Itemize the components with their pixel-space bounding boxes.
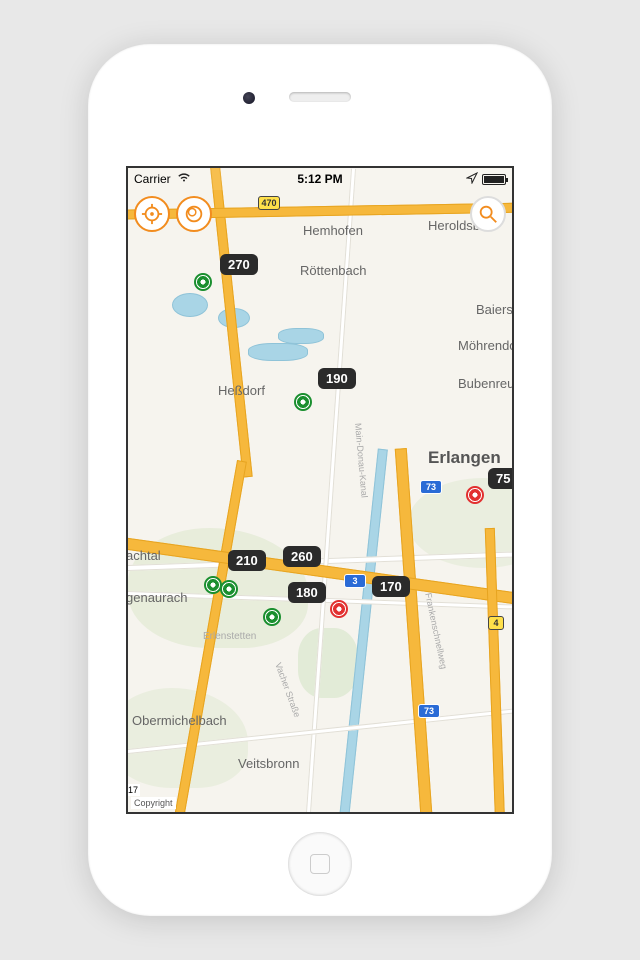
- place-label: Veitsbronn: [238, 756, 299, 771]
- map-marker[interactable]: [204, 576, 222, 594]
- carrier-label: Carrier: [134, 172, 171, 186]
- location-arrow-icon: [466, 172, 478, 187]
- place-label: Heßdorf: [218, 383, 265, 398]
- place-label: genaurach: [126, 590, 187, 605]
- map-marker[interactable]: [330, 600, 348, 618]
- autobahn-shield: 73: [418, 704, 440, 718]
- wifi-icon: [177, 172, 191, 186]
- map-canvas[interactable]: Hemhofen Heroldsb Röttenbach Baiers Möhr…: [128, 168, 512, 812]
- map-marker[interactable]: [294, 393, 312, 411]
- map-marker[interactable]: [466, 486, 484, 504]
- place-label: Bubenreu: [458, 376, 514, 391]
- marker-badge[interactable]: 190: [318, 368, 356, 389]
- battery-icon: [482, 174, 506, 185]
- highway: [485, 528, 505, 814]
- place-label-major: Erlangen: [428, 448, 501, 468]
- tile-number: 17: [126, 784, 140, 796]
- map-marker[interactable]: [194, 273, 212, 291]
- place-label: achtal: [126, 548, 161, 563]
- park-area: [298, 628, 358, 698]
- clock-label: 5:12 PM: [297, 172, 342, 186]
- lake: [248, 343, 308, 361]
- autobahn-shield: 3: [344, 574, 366, 588]
- road-label: Main-Donau-Kanal: [353, 423, 370, 499]
- place-label: Baiers: [476, 302, 513, 317]
- marker-badge[interactable]: 260: [283, 546, 321, 567]
- home-icon: [310, 854, 330, 874]
- crosshair-icon: [141, 203, 163, 225]
- lake: [172, 293, 208, 317]
- autobahn-shield: 73: [420, 480, 442, 494]
- place-label: Obermichelbach: [132, 713, 227, 728]
- home-button[interactable]: [288, 832, 352, 896]
- lake: [278, 328, 324, 344]
- marker-badge[interactable]: 180: [288, 582, 326, 603]
- copyright-label: Copyright: [131, 797, 176, 809]
- place-label: Hemhofen: [303, 223, 363, 238]
- route-shield: 4: [488, 616, 504, 630]
- layers-button[interactable]: [176, 196, 212, 232]
- place-label: Erlenstetten: [203, 631, 256, 642]
- locate-button[interactable]: [134, 196, 170, 232]
- status-bar: Carrier 5:12 PM: [128, 168, 512, 190]
- marker-badge[interactable]: 270: [220, 254, 258, 275]
- map-marker[interactable]: [220, 580, 238, 598]
- marker-badge[interactable]: 170: [372, 576, 410, 597]
- speaker-slot: [289, 92, 351, 102]
- search-icon: [477, 203, 499, 225]
- place-label: Möhrendo: [458, 338, 514, 353]
- route-shield: 470: [258, 196, 280, 210]
- marker-badge[interactable]: 75: [488, 468, 514, 489]
- phone-frame: Hemhofen Heroldsb Röttenbach Baiers Möhr…: [88, 44, 552, 916]
- map-marker[interactable]: [263, 608, 281, 626]
- marker-badge[interactable]: 210: [228, 550, 266, 571]
- app-screen: Hemhofen Heroldsb Röttenbach Baiers Möhr…: [126, 166, 514, 814]
- place-label: Röttenbach: [300, 263, 367, 278]
- search-button[interactable]: [470, 196, 506, 232]
- camera-dot: [243, 92, 255, 104]
- layers-icon: [183, 203, 205, 225]
